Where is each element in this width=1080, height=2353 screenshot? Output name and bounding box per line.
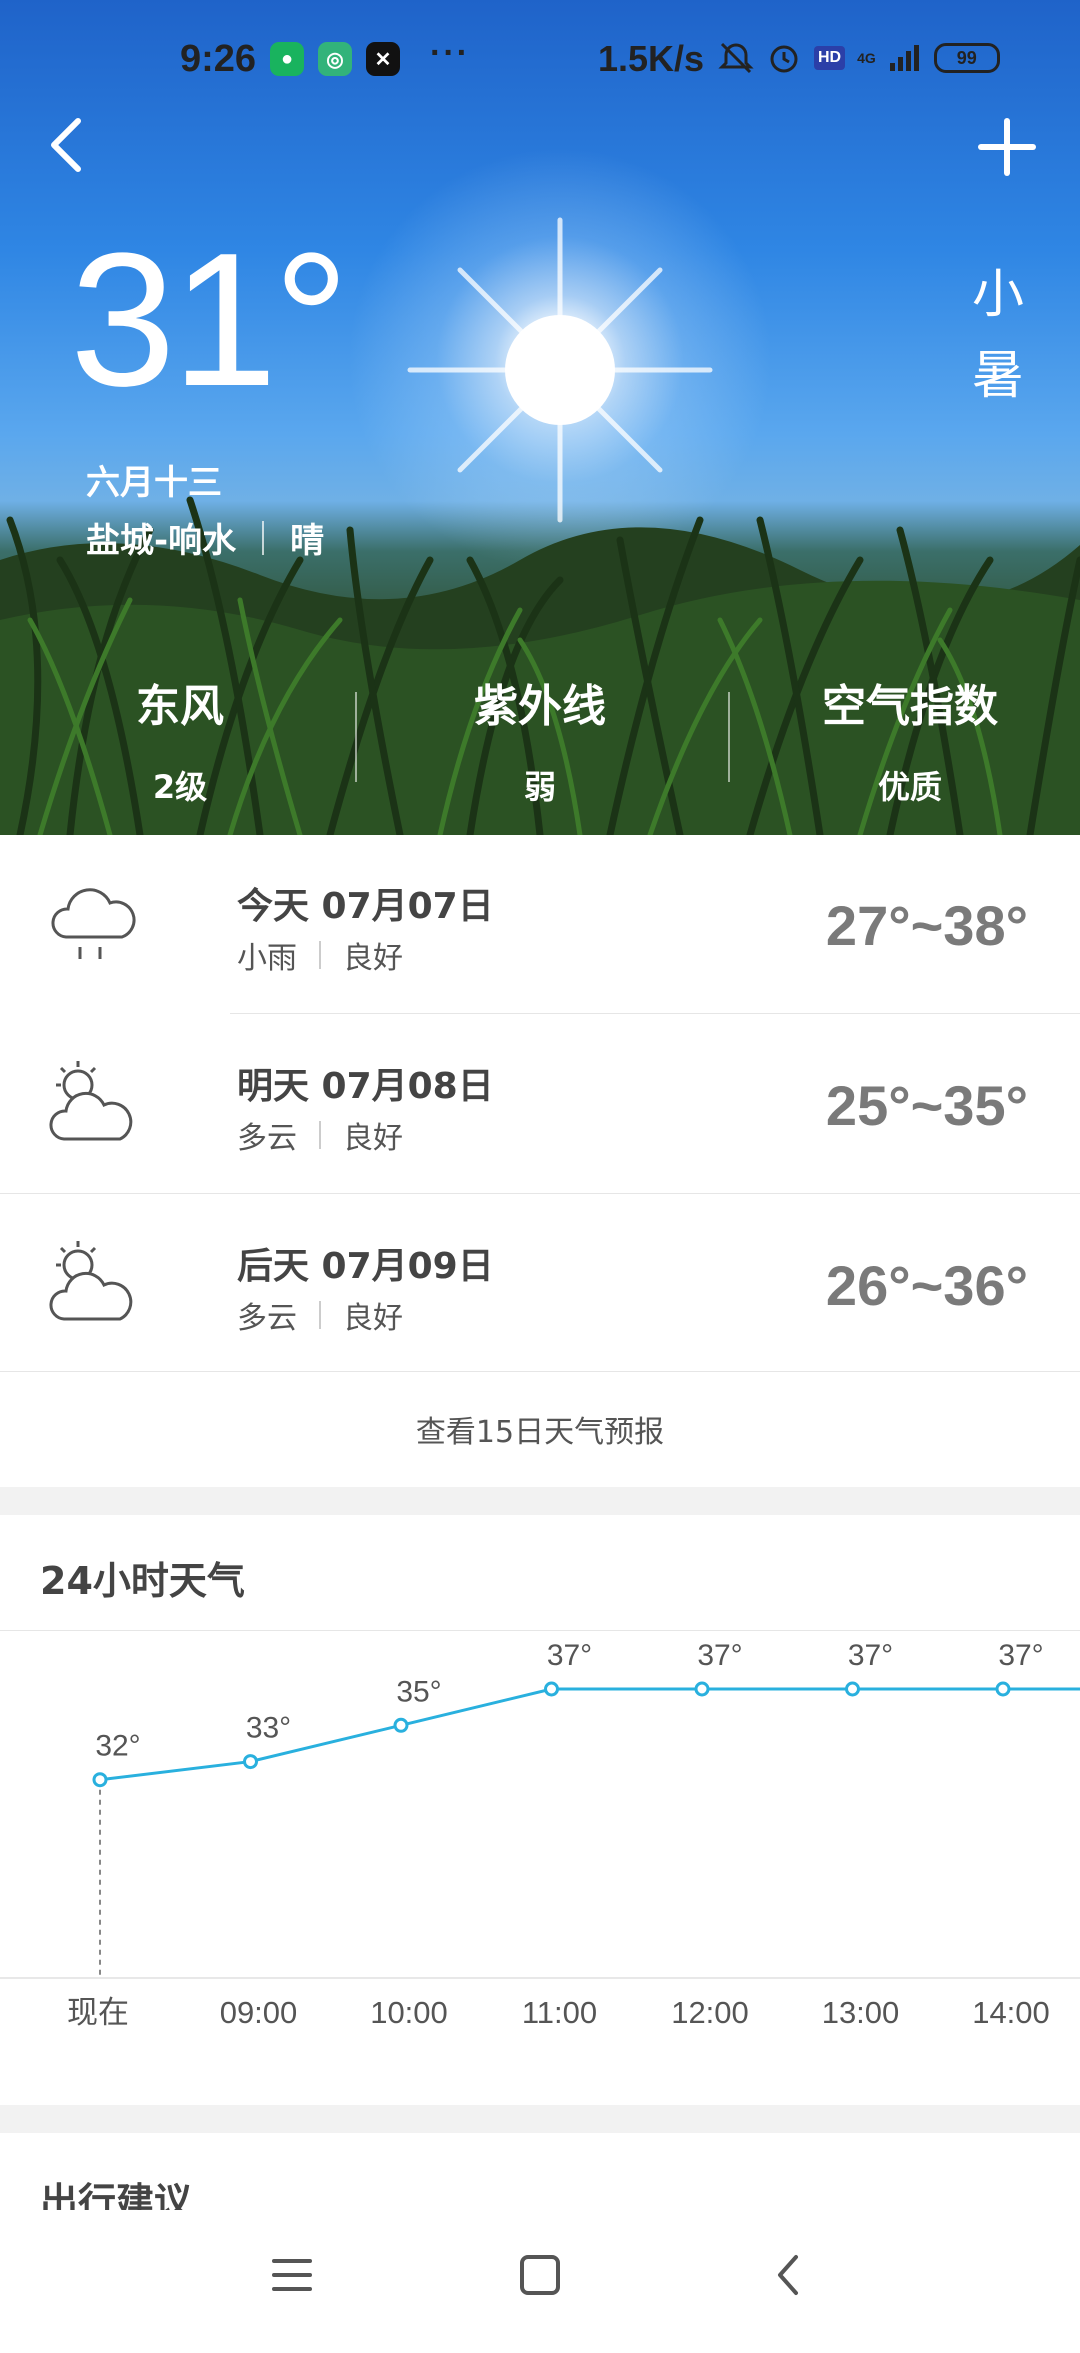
lunar-date: 六月十三 xyxy=(86,463,222,503)
three-day-forecast: 今天 07月07日 小雨 良好 27°~38° 明天 07月08日 多云 良好 … xyxy=(0,835,1080,1487)
location-row[interactable]: 盐城-响水 晴 xyxy=(86,513,324,562)
solar-term-char: 小 xyxy=(971,265,1024,325)
partly-cloudy-icon xyxy=(49,1241,133,1321)
forecast-date: 明天 07月08日 xyxy=(237,1066,494,1107)
current-condition: 晴 xyxy=(290,521,325,561)
plus-icon[interactable] xyxy=(975,115,1039,179)
hour-tick-label: 10:00 xyxy=(370,1995,448,2030)
forecast-date: 后天 07月09日 xyxy=(237,1246,494,1287)
hourly-temperature-chart[interactable]: 32° 现在 33° 09:00 35° 10:00 37° 11:00 37° 12:00 37°… xyxy=(0,1631,1080,2105)
system-icons: HD 4G 99 xyxy=(718,40,1000,76)
index-value: 弱 xyxy=(523,768,556,806)
desc-divider xyxy=(319,941,321,969)
index-title: 空气指数 xyxy=(822,681,998,732)
hd-icon: HD xyxy=(814,46,846,70)
signal-type: 4G xyxy=(857,50,876,66)
partly-cloudy-icon xyxy=(49,1061,133,1141)
battery-icon: 99 xyxy=(933,43,1000,73)
forecast-weather: 多云 xyxy=(237,1121,297,1156)
forecast-desc: 多云 良好 xyxy=(237,1293,403,1337)
temperature-label: 35° xyxy=(396,1675,441,1708)
wind-index[interactable]: 东风 2级 xyxy=(0,670,360,808)
hour-tick-label: 12:00 xyxy=(671,1995,749,2030)
location-divider xyxy=(262,520,265,555)
forecast-air: 良好 xyxy=(343,941,403,976)
forecast-air: 良好 xyxy=(343,1301,403,1336)
hour-tick-label: 现在 xyxy=(67,1995,129,2030)
row-divider xyxy=(0,1193,1080,1194)
temperature-label: 37° xyxy=(848,1639,893,1672)
forecast-desc: 多云 良好 xyxy=(237,1113,403,1157)
desc-divider xyxy=(319,1301,321,1329)
temperature-label: 33° xyxy=(246,1712,291,1745)
solar-term-char: 暑 xyxy=(971,345,1024,406)
hour-tick-label: 09:00 xyxy=(220,1995,298,2030)
temperature-label: 37° xyxy=(697,1639,742,1672)
temperature-point xyxy=(544,1681,559,1697)
row-divider xyxy=(0,1371,1080,1372)
status-time: 9:26 xyxy=(180,38,257,80)
signal-icon xyxy=(889,45,919,71)
temperature-point xyxy=(845,1681,860,1697)
capcut-app-icon: ✕ xyxy=(366,42,400,76)
forecast-weather: 小雨 xyxy=(237,941,297,976)
air-quality-index[interactable]: 空气指数 优质 xyxy=(730,670,1080,808)
index-value: 2级 xyxy=(152,768,208,806)
hour-tick-label: 11:00 xyxy=(522,1995,597,2030)
status-bar: 9:26 ● ◎ ✕ ··· 1.5K/s HD 4G 99 xyxy=(0,0,1080,120)
index-value: 优质 xyxy=(877,768,942,806)
hourly-title: 24小时天气 xyxy=(40,1559,245,1603)
forecast-row[interactable]: 明天 07月08日 多云 良好 25°~35° xyxy=(0,1015,1080,1195)
forecast-desc: 小雨 良好 xyxy=(237,933,403,977)
rain-cloud-icon xyxy=(51,888,136,959)
cat-app-icon: ● xyxy=(270,42,304,76)
forecast-range: 26°~36° xyxy=(825,1254,1028,1317)
row-divider xyxy=(230,1013,1080,1014)
notification-icons: ● ◎ ✕ xyxy=(270,42,400,76)
hour-tick-label: 13:00 xyxy=(822,1995,900,2030)
mute-icon xyxy=(718,42,754,74)
temperature-point xyxy=(92,1772,108,1788)
temperature-point xyxy=(694,1681,710,1697)
solar-term: 小 暑 xyxy=(968,255,1028,416)
temperature-label: 37° xyxy=(547,1639,592,1672)
index-title: 东风 xyxy=(136,681,224,732)
more-notifications-icon: ··· xyxy=(430,34,470,72)
weather-hero: 9:26 ● ◎ ✕ ··· 1.5K/s HD 4G 99 31° 六月十三 … xyxy=(0,0,1080,835)
hourly-weather-card: 24小时天气 32° 现在 33° 09:00 35° 10:00 37° 11:00 37° 1… xyxy=(0,1515,1080,2105)
hotspot-app-icon: ◎ xyxy=(318,42,352,76)
home-icon[interactable] xyxy=(510,2245,570,2305)
chevron-left-icon[interactable] xyxy=(40,115,90,175)
temperature-point xyxy=(393,1717,409,1733)
forecast-range: 25°~35° xyxy=(825,1074,1028,1137)
hour-tick-label: 14:00 xyxy=(972,1995,1050,2030)
location-name[interactable]: 盐城-响水 xyxy=(86,513,236,562)
menu-icon[interactable] xyxy=(262,2245,322,2305)
back-icon[interactable] xyxy=(758,2245,818,2305)
network-speed: 1.5K/s xyxy=(598,38,705,79)
battery-level: 99 xyxy=(956,47,977,68)
temperature-point xyxy=(243,1754,258,1770)
index-divider xyxy=(355,692,357,782)
temperature-label: 32° xyxy=(95,1730,140,1763)
desc-divider xyxy=(319,1121,321,1149)
temperature-point xyxy=(995,1681,1011,1697)
forecast-weather: 多云 xyxy=(237,1301,297,1336)
forecast-date: 今天 07月07日 xyxy=(237,886,494,927)
alarm-icon xyxy=(770,45,798,73)
index-title: 紫外线 xyxy=(474,681,606,732)
weather-indices: 东风 2级 紫外线 弱 空气指数 优质 xyxy=(0,670,1080,806)
system-nav-bar xyxy=(0,2210,1080,2340)
forecast-air: 良好 xyxy=(343,1121,403,1156)
forecast-range: 27°~38° xyxy=(825,894,1028,957)
uv-index[interactable]: 紫外线 弱 xyxy=(360,670,720,808)
current-temperature: 31° xyxy=(70,214,349,426)
forecast-row[interactable]: 后天 07月09日 多云 良好 26°~36° xyxy=(0,1195,1080,1375)
fifteen-day-forecast-link[interactable]: 查看15日天气预报 xyxy=(0,1407,1080,1451)
temperature-label: 37° xyxy=(998,1639,1043,1672)
forecast-row[interactable]: 今天 07月07日 小雨 良好 27°~38° xyxy=(0,835,1080,1015)
